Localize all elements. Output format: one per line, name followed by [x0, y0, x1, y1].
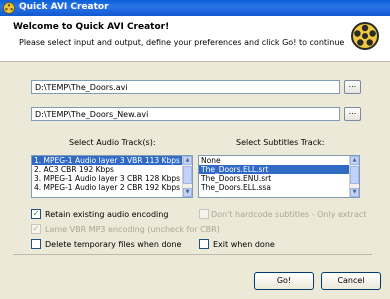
scroll-up-arrow-icon[interactable]: ▲	[183, 156, 192, 165]
audio-track-item[interactable]: 2. AC3 CBR 192 Kbps	[32, 165, 192, 174]
input-file-field[interactable]: D:\TEMP\The_Doors.avi	[31, 80, 340, 94]
header-title: Welcome to Quick AVI Creator!	[13, 22, 170, 32]
retain-audio-checkbox[interactable]: ✓	[31, 209, 41, 219]
exit-when-done-label: Exit when done	[213, 240, 275, 249]
subtitle-track-item[interactable]: The_Doors.ELL.srt	[199, 165, 359, 174]
cancel-button[interactable]: Cancel	[321, 272, 381, 290]
scroll-down-arrow-icon[interactable]: ▼	[350, 188, 359, 197]
app-reel-icon	[3, 2, 15, 14]
input-browse-button[interactable]: ...	[344, 80, 361, 94]
subtitles-listbox[interactable]: None The_Doors.ELL.srt The_Doors.ENU.srt…	[198, 155, 360, 198]
scroll-thumb[interactable]	[183, 166, 192, 184]
dont-hardcode-label: Don't hardcode subtitles - Only extract	[211, 210, 367, 219]
scroll-down-arrow-icon[interactable]: ▼	[183, 188, 192, 197]
window-title: Quick AVI Creator	[19, 2, 109, 12]
scroll-up-arrow-icon[interactable]: ▲	[350, 156, 359, 165]
subtitle-track-item[interactable]: None	[199, 156, 359, 165]
subtitles-track-label: Select Subtitles Track:	[236, 138, 325, 147]
lame-vbr-label: Lame VBR MP3 encoding (uncheck for CBR)	[45, 225, 220, 234]
audio-scrollbar[interactable]: ▲ ▼	[182, 156, 192, 197]
delete-temp-label: Delete temporary files when done	[45, 240, 182, 249]
audio-track-item[interactable]: 4. MPEG-1 Audio layer 2 CBR 192 Kbps	[32, 183, 192, 192]
subtitles-scrollbar[interactable]: ▲ ▼	[349, 156, 359, 197]
audio-tracks-label: Select Audio Track(s):	[69, 138, 156, 147]
delete-temp-checkbox[interactable]	[31, 239, 41, 249]
retain-audio-label: Retain existing audio encoding	[45, 210, 169, 219]
subtitle-track-item[interactable]: The_Doors.ELL.ssa	[199, 183, 359, 192]
audio-track-item[interactable]: 1. MPEG-1 Audio layer 3 VBR 113 Kbps	[32, 156, 192, 165]
subtitle-track-item[interactable]: The_Doors.ENU.srt	[199, 174, 359, 183]
wizard-header: Welcome to Quick AVI Creator! Please sel…	[0, 16, 390, 62]
audio-tracks-listbox[interactable]: 1. MPEG-1 Audio layer 3 VBR 113 Kbps 2. …	[31, 155, 193, 198]
output-browse-button[interactable]: ...	[344, 107, 361, 121]
lame-vbr-checkbox[interactable]: ✓	[31, 224, 41, 234]
exit-when-done-checkbox[interactable]	[199, 239, 209, 249]
header-subtitle: Please select input and output, define y…	[19, 38, 345, 47]
title-bar: Quick AVI Creator	[0, 0, 390, 16]
scroll-thumb[interactable]	[350, 166, 359, 184]
go-button[interactable]: Go!	[254, 272, 314, 290]
dont-hardcode-checkbox[interactable]	[199, 209, 209, 219]
audio-track-item[interactable]: 3. MPEG-1 Audio layer 3 CBR 128 Kbps	[32, 174, 192, 183]
film-reel-logo-icon	[351, 22, 379, 50]
output-file-field[interactable]: D:\TEMP\The_Doors_New.avi	[31, 107, 340, 121]
